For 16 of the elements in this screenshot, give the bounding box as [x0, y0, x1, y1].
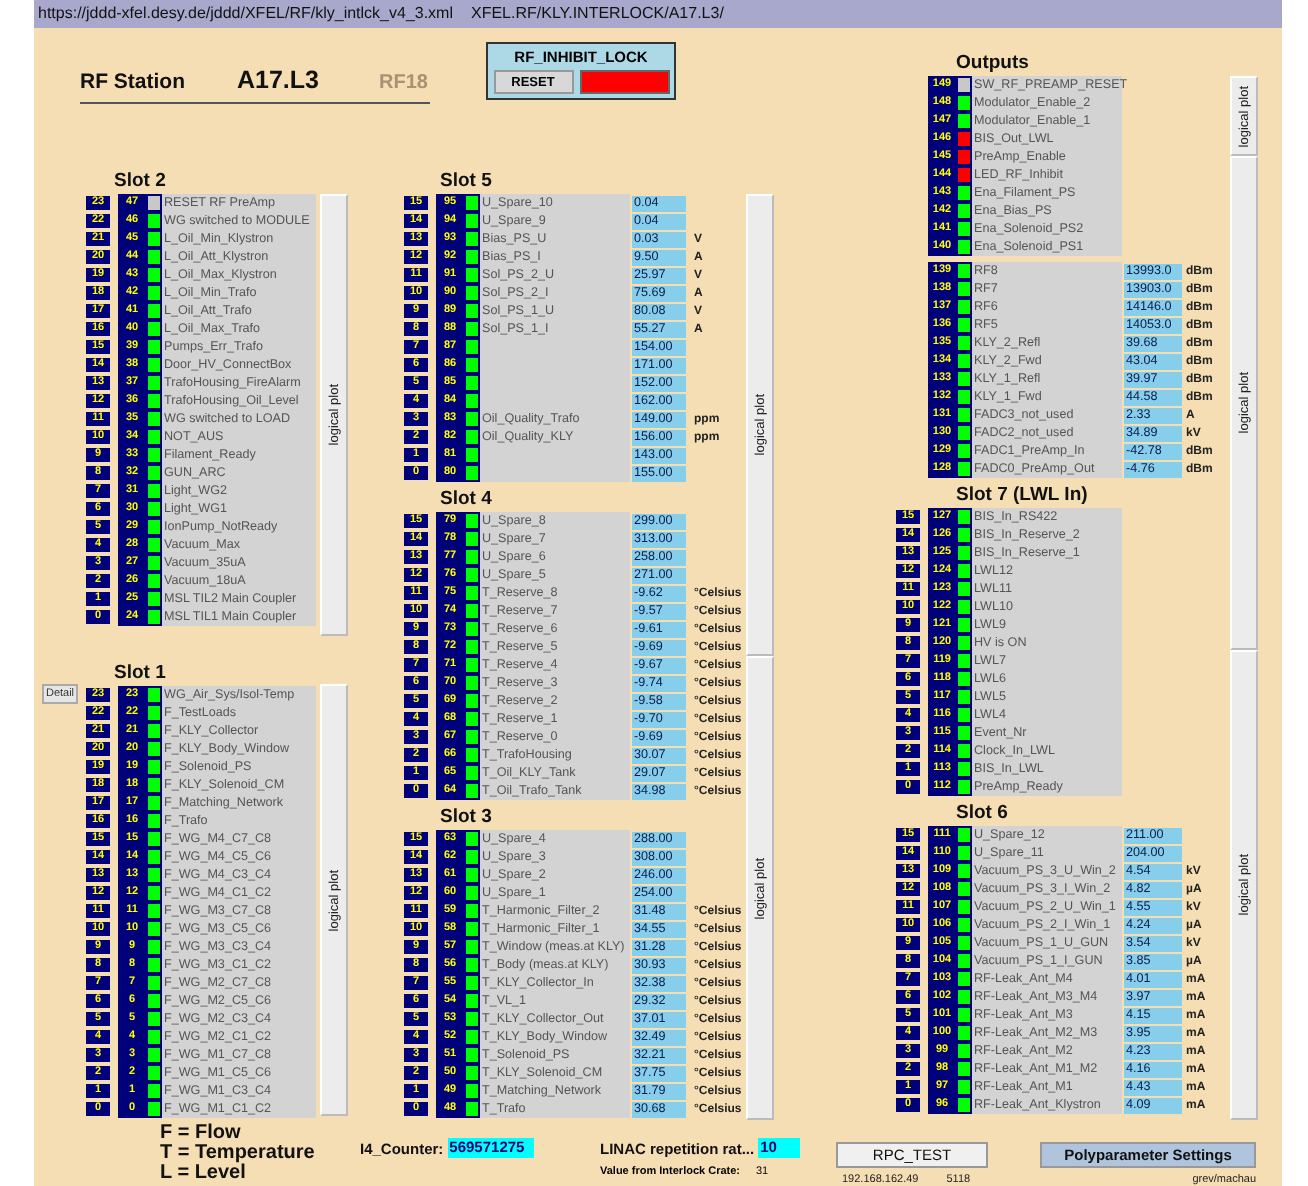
legend-text: T = Temperature: [160, 1144, 317, 1164]
slot-title: Outputs: [954, 52, 1031, 76]
slot-title: Slot 7 (LWL In): [954, 484, 1090, 508]
slot-title: Slot 2: [112, 170, 168, 194]
slot-title: Slot 5: [438, 170, 494, 194]
slot-title: Slot 6: [954, 802, 1010, 826]
legend-text: F = Flow: [160, 1124, 243, 1144]
rf-station-label: RF18: [379, 72, 428, 94]
slot-title: Slot 1: [112, 662, 168, 686]
station-name: A17.L3: [237, 66, 319, 94]
slot-title: Slot 4: [438, 488, 494, 512]
station-label: RF Station: [80, 70, 185, 94]
url-text: https://jddd-xfel.desy.de/jddd/XFEL/RF/kly_intlck_v4_3.xml: [38, 2, 453, 26]
slot-title: Slot 3: [438, 806, 494, 830]
address-text: XFEL.RF/KLY.INTERLOCK/A17.L3/: [471, 2, 724, 26]
legend-text: L = Level: [160, 1164, 246, 1184]
